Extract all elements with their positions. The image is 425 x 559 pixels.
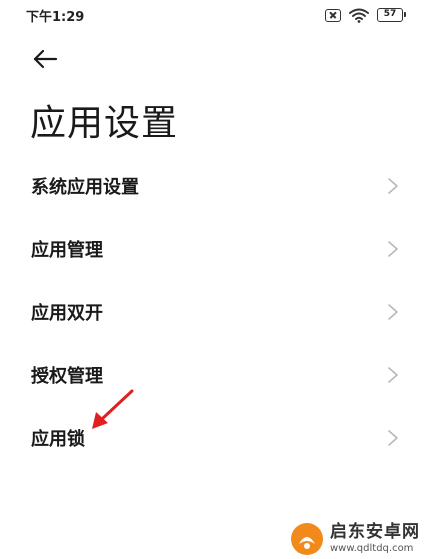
menu-item-app-lock[interactable]: 应用锁 (0, 406, 425, 469)
status-time: 下午1:29 (26, 10, 85, 25)
chevron-right-icon (388, 240, 398, 257)
settings-menu: 系统应用设置 应用管理 应用双开 授权管理 应用锁 (0, 154, 425, 469)
chevron-right-icon (388, 303, 398, 320)
chevron-right-icon (388, 429, 398, 446)
page-title: 应用设置 (30, 103, 179, 144)
menu-item-permissions[interactable]: 授权管理 (0, 343, 425, 406)
qidong-logo-icon (291, 523, 323, 555)
chevron-right-icon (388, 366, 398, 383)
menu-item-label: 系统应用设置 (31, 176, 139, 198)
menu-item-app-management[interactable]: 应用管理 (0, 217, 425, 280)
arrow-left-icon (33, 49, 58, 69)
menu-item-dual-apps[interactable]: 应用双开 (0, 280, 425, 343)
watermark-name: 启东安卓网 (330, 522, 420, 542)
status-icons: 57 (325, 7, 406, 23)
menu-item-label: 应用锁 (31, 428, 85, 450)
red-arrow-icon (92, 389, 134, 429)
chevron-right-icon (388, 177, 398, 194)
sim-off-icon (325, 8, 341, 22)
watermark-url: www.qdltdq.com (330, 543, 414, 554)
menu-item-label: 授权管理 (31, 365, 103, 387)
watermark-text: 启东安卓网 www.qdltdq.com (330, 524, 420, 554)
menu-item-label: 应用管理 (31, 239, 103, 261)
menu-item-system-app-settings[interactable]: 系统应用设置 (0, 154, 425, 217)
menu-item-label: 应用双开 (31, 302, 103, 324)
watermark: 启东安卓网 www.qdltdq.com (290, 519, 425, 559)
wifi-icon (349, 8, 369, 23)
battery-icon: 57 (377, 8, 406, 22)
status-bar: 下午1:29 57 (0, 0, 425, 30)
back-button[interactable] (30, 46, 60, 72)
